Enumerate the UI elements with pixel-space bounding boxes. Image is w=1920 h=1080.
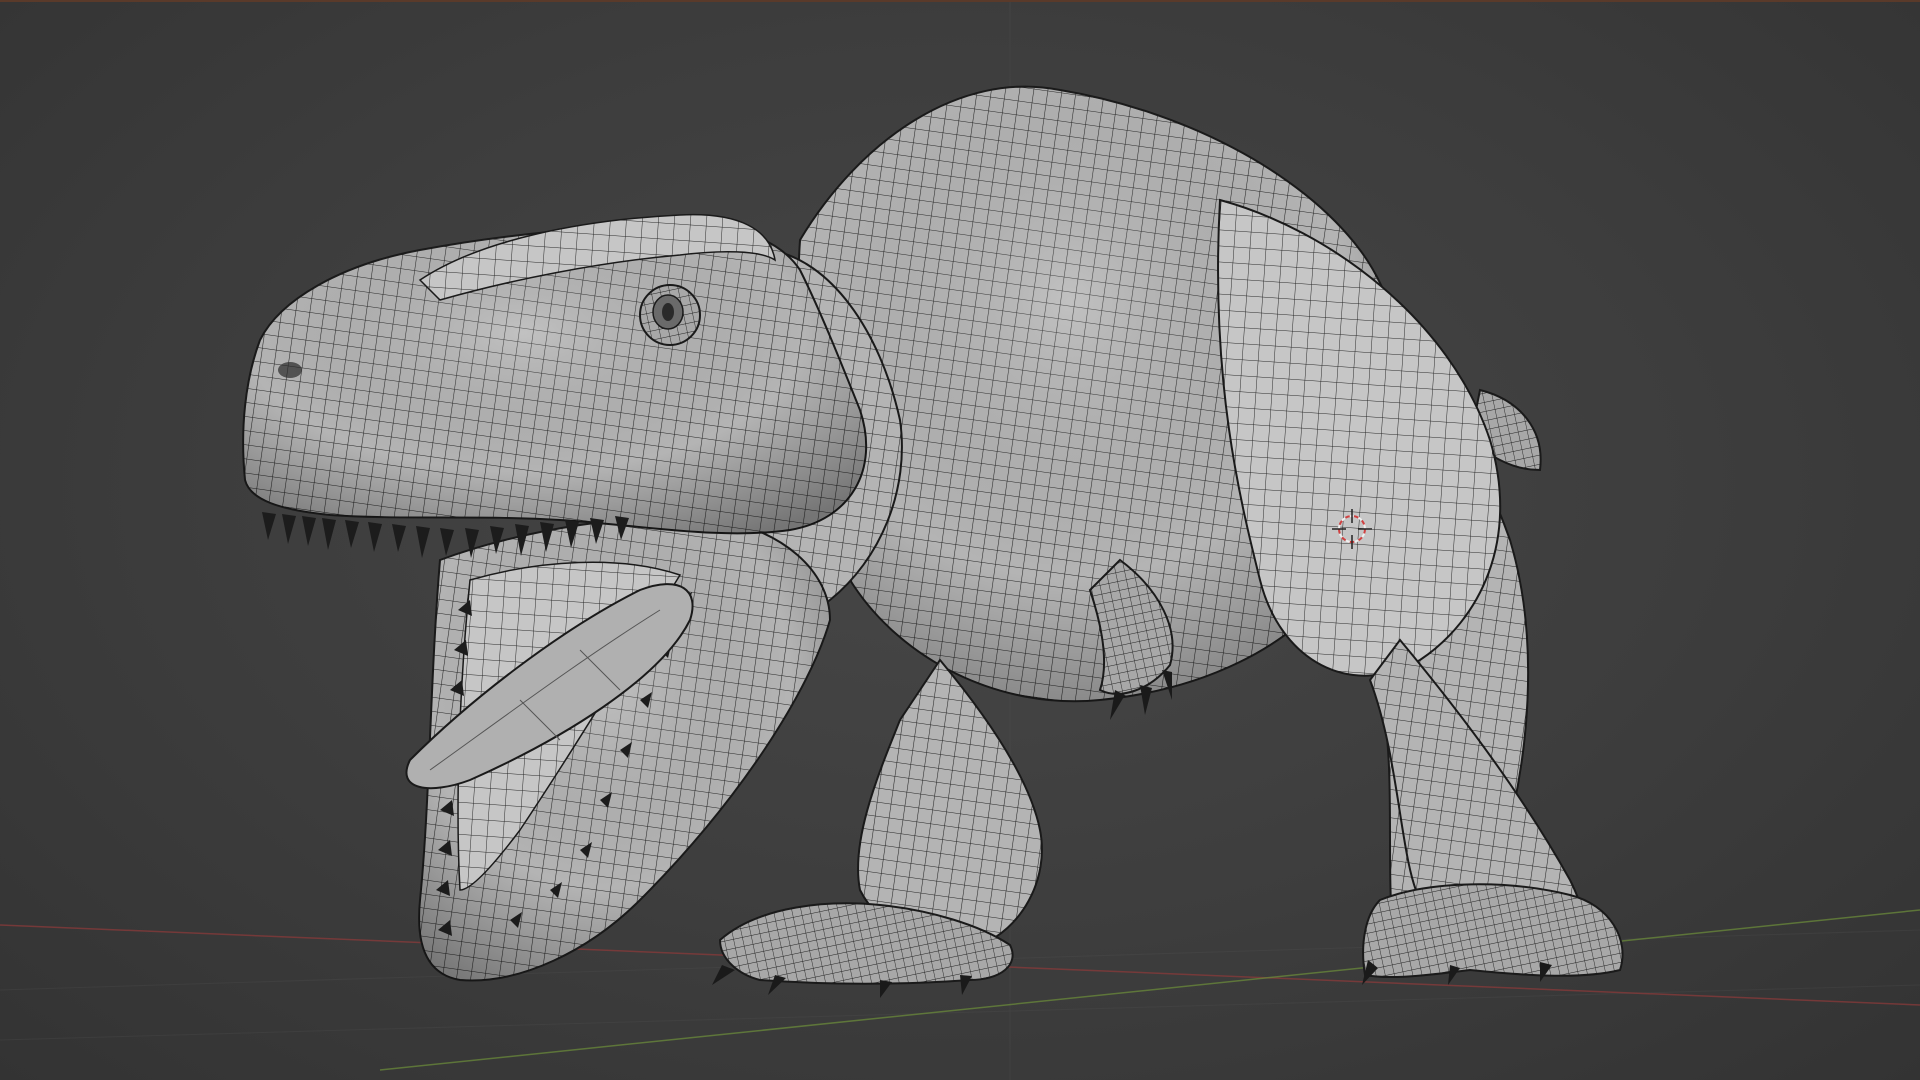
eye [639,284,701,346]
front-leg [857,658,1043,949]
t-rex-mesh[interactable] [242,85,1624,998]
viewport-canvas[interactable] [0,0,1920,1080]
near-foot [1362,883,1624,979]
nostril [278,362,302,378]
3d-viewport[interactable] [0,0,1920,1080]
y-axis-line [379,909,1920,1071]
